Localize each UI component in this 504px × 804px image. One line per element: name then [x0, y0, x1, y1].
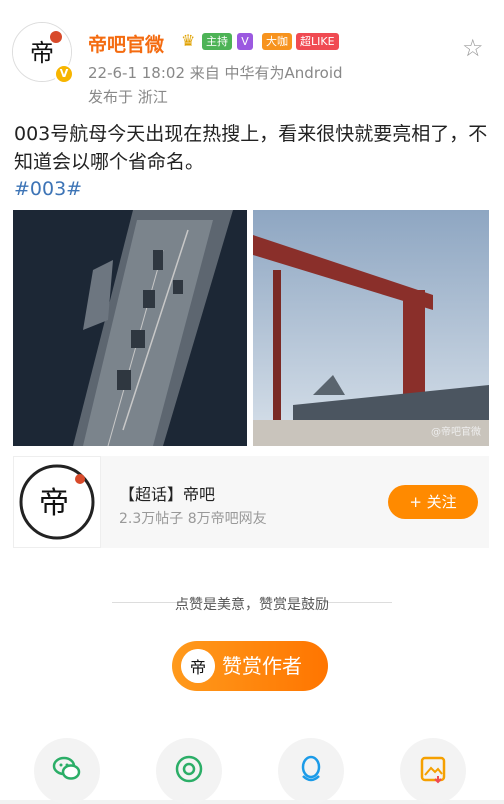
save-image-icon	[420, 756, 446, 784]
reward-avatar: 帝	[181, 649, 215, 683]
svg-text:帝: 帝	[30, 39, 54, 67]
host-badge: 主持	[202, 33, 232, 50]
share-wechat-button[interactable]	[34, 738, 100, 804]
reward-author-button[interactable]: 帝 赞赏作者	[172, 641, 328, 691]
wechat-icon	[52, 756, 81, 780]
post-image-carrier-aerial[interactable]	[13, 210, 247, 446]
post-image-shipyard[interactable]: @帝吧官微	[253, 210, 489, 446]
post-text: 003号航母今天出现在热搜上，看来很快就要亮相了，不知道会以哪个省命名。	[14, 123, 488, 173]
share-moments-button[interactable]	[156, 738, 222, 804]
hashtag-link[interactable]: #003#	[14, 178, 82, 200]
favorite-star-icon[interactable]: ☆	[462, 34, 484, 62]
fan-badge: 大咖	[262, 33, 292, 50]
weibo-post-card: 帝 V 帝吧官微 ♛ 主持 V 大咖 超LIKE 22-6-1 18:02 来自…	[0, 0, 504, 804]
vip-badge: V	[237, 33, 253, 50]
post-meta: 22-6-1 18:02 来自 中华有为Android	[88, 64, 343, 82]
save-image-button[interactable]	[400, 738, 466, 804]
share-qq-button[interactable]	[278, 738, 344, 804]
moments-icon	[175, 755, 203, 783]
svg-text:帝: 帝	[190, 658, 206, 677]
super-topic-title: 【超话】帝吧	[119, 485, 216, 504]
image-watermark: @帝吧官微	[431, 427, 481, 438]
reward-button-label: 赞赏作者	[222, 654, 302, 678]
reward-tip: 点赞是美意，赞赏是鼓励	[175, 597, 329, 613]
follow-button[interactable]: + 关注	[388, 485, 478, 519]
like-badge: 超LIKE	[296, 33, 339, 50]
svg-text:帝: 帝	[39, 486, 69, 521]
qq-icon	[301, 755, 321, 782]
super-topic-card[interactable]: 帝 【超话】帝吧 2.3万帖子 8万帝吧网友 + 关注	[13, 456, 489, 548]
account-name[interactable]: 帝吧官微	[88, 30, 164, 57]
super-topic-stats: 2.3万帖子 8万帝吧网友	[119, 511, 267, 527]
super-topic-logo: 帝	[13, 456, 101, 548]
crown-icon: ♛	[181, 31, 196, 50]
verified-icon: V	[54, 64, 74, 84]
post-location: 发布于 浙江	[88, 88, 168, 106]
